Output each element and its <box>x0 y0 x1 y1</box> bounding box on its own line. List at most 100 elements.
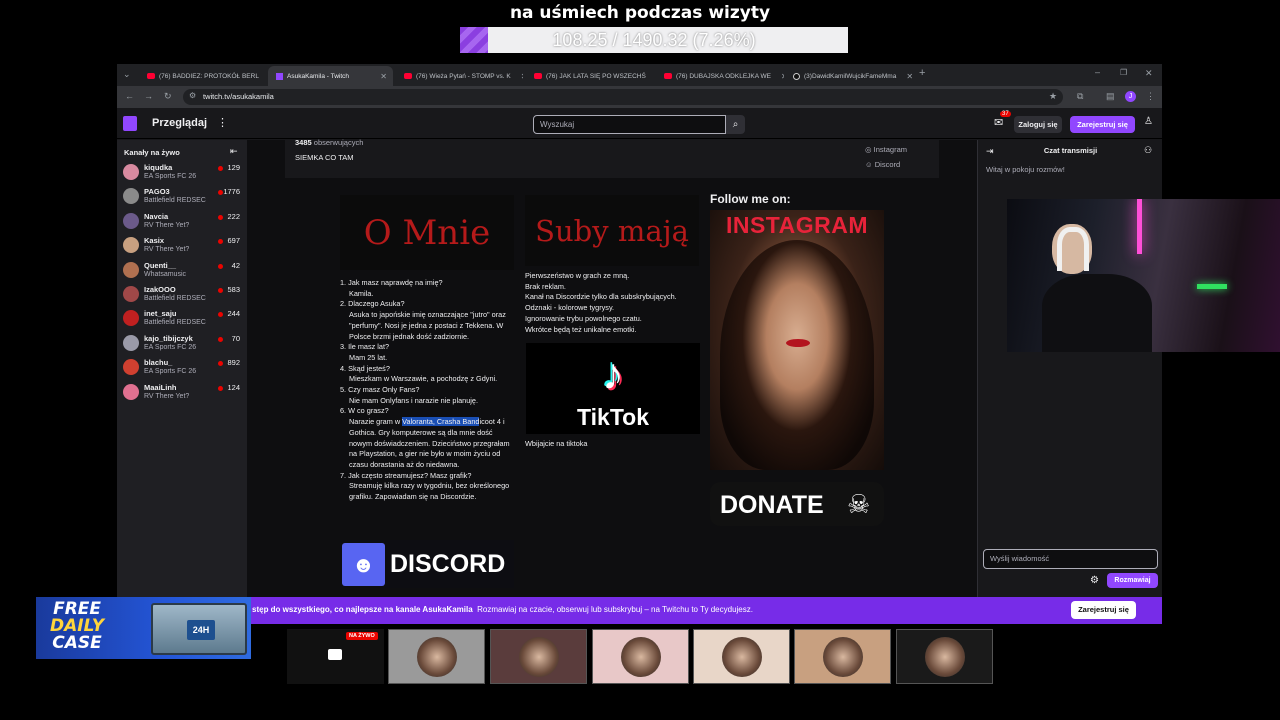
chat-welcome-message: Witaj w pokoju rozmów! <box>986 165 1065 174</box>
bookmark-star-icon[interactable]: ★ <box>1049 91 1057 102</box>
neon-light <box>1137 199 1142 254</box>
stream-thumbnail[interactable] <box>388 629 485 684</box>
minimize-icon[interactable]: – <box>1095 67 1100 77</box>
tab-label: AsukaKamila - Twitch <box>287 72 350 80</box>
channel-name: Kasix <box>144 236 165 246</box>
sidebar-channel-item[interactable]: Kasix RV There Yet? 697 <box>117 233 247 257</box>
skull-icon: ☠ <box>847 489 871 519</box>
stream-thumbnail[interactable] <box>896 629 993 684</box>
sidebar-channel-item[interactable]: PAGO3 Battlefield REDSEC 1776 <box>117 184 247 208</box>
browser-tab[interactable]: (76) DUBAJSKA ODKLEJKA WE✕ <box>656 66 784 86</box>
instagram-link[interactable]: ◎ Instagram <box>865 145 907 154</box>
thumbnail-avatar <box>417 637 457 677</box>
channel-game: EA Sports FC 26 <box>144 368 197 376</box>
chat-settings-gear-icon[interactable]: ⚙ <box>1090 575 1099 586</box>
channel-avatar <box>123 334 139 351</box>
search-icon[interactable]: ⌕ <box>726 115 745 134</box>
user-menu-icon[interactable]: ♙ <box>1144 116 1153 127</box>
forward-arrow-icon[interactable]: → <box>144 91 153 101</box>
close-tab-icon[interactable]: ✕ <box>775 72 784 81</box>
discord-link[interactable]: ☺ Discord <box>865 160 900 169</box>
notifications-icon[interactable]: ✉ <box>994 116 1003 129</box>
sidebar-channel-item[interactable]: MaaiLinh RV There Yet? 124 <box>117 380 247 404</box>
close-tab-icon[interactable]: ✕ <box>515 72 523 81</box>
close-tab-icon[interactable]: ✕ <box>374 72 387 81</box>
browser-tab[interactable]: (76) Wieża Pytań - STOMP vs. K ✕ <box>396 66 523 86</box>
close-tab-icon[interactable]: ✕ <box>900 72 913 81</box>
browser-tab[interactable]: (3)DawidKamilWujcikFameMma ✕ <box>785 66 913 86</box>
channel-game: RV There Yet? <box>144 221 190 229</box>
live-thumbnail[interactable]: NA ŻYWO <box>287 629 384 684</box>
profile-avatar-icon[interactable]: J <box>1125 91 1136 102</box>
extensions-icon[interactable]: ⧉ <box>1077 91 1083 102</box>
donate-panel-button[interactable]: DONATE ☠ <box>710 482 884 526</box>
chat-users-icon[interactable]: ⚇ <box>1144 145 1152 156</box>
chat-message-input[interactable]: Wyślij wiadomość <box>983 549 1158 569</box>
channel-avatar <box>123 212 139 229</box>
browser-menu-icon[interactable]: ⋮ <box>1146 91 1155 102</box>
site-info-icon[interactable]: ⚙ <box>189 91 196 100</box>
donate-label: DONATE <box>720 491 824 519</box>
sidebar-channel-item[interactable]: blachu_ EA Sports FC 26 892 <box>117 355 247 379</box>
stream-thumbnail[interactable] <box>592 629 689 684</box>
banner-signup-button[interactable]: Zarejestruj się <box>1071 601 1136 619</box>
thumbnail-avatar <box>722 637 762 677</box>
close-tab-icon[interactable]: ✕ <box>650 72 654 81</box>
sidebar-channel-item[interactable]: IzakOOO Battlefield REDSEC 583 <box>117 282 247 306</box>
chat-send-button[interactable]: Rozmawiaj <box>1107 573 1158 588</box>
browser-tab-active[interactable]: AsukaKamila - Twitch ✕ <box>268 66 393 86</box>
sidebar-channel-item[interactable]: kajo_tibijczyk EA Sports FC 26 70 <box>117 331 247 355</box>
channel-name: inet_saju <box>144 309 177 319</box>
login-button[interactable]: Zaloguj się <box>1014 116 1062 133</box>
discord-icon: ☺ <box>865 160 873 169</box>
twitch-logo-icon[interactable] <box>123 116 137 131</box>
stream-thumbnail[interactable] <box>693 629 790 684</box>
tab-label: (76) BADDIEZ: PROTOKÓŁ BERL <box>159 72 259 80</box>
back-arrow-icon[interactable]: ← <box>125 91 134 101</box>
banner-text: stęp do wszystkiego, co najlepsze na kan… <box>252 605 753 614</box>
collapse-sidebar-icon[interactable]: ⇤ <box>230 146 238 157</box>
tab-label: (76) DUBAJSKA ODKLEJKA WE <box>676 72 772 80</box>
instagram-panel-image[interactable]: INSTAGRAM <box>710 210 884 470</box>
channel-game: Battlefield REDSEC <box>144 319 206 327</box>
search-input[interactable]: Wyszukaj <box>533 115 726 134</box>
tiktok-panel-image[interactable]: ♪ TikTok <box>526 343 700 434</box>
browser-window: ⌄ (76) BADDIEZ: PROTOKÓŁ BERL ✕ AsukaKami… <box>117 64 1162 598</box>
discord-panel-image[interactable]: ☻ DISCORD <box>340 540 514 588</box>
live-dot-icon <box>218 239 223 245</box>
channel-avatar <box>123 188 139 205</box>
perks-panel-text: Pierwszeństwo w grach ze mną. Brak rekla… <box>525 271 677 334</box>
discord-wordmark: DISCORD <box>390 550 506 578</box>
stream-thumbnail[interactable] <box>490 629 587 684</box>
collapse-chat-icon[interactable]: ⇥ <box>986 146 994 157</box>
channel-game: Battlefield REDSEC <box>144 197 206 205</box>
channel-game: RV There Yet? <box>144 392 190 400</box>
sidebar-channel-item[interactable]: Navcia RV There Yet? 222 <box>117 209 247 233</box>
stream-thumbnail[interactable] <box>794 629 891 684</box>
tab-strip: ⌄ (76) BADDIEZ: PROTOKÓŁ BERL ✕ AsukaKami… <box>117 64 1162 86</box>
channel-game: Whatsamusic <box>144 270 187 278</box>
new-tab-icon[interactable]: + <box>919 67 925 79</box>
sidebar-channel-item[interactable]: kiqudka EA Sports FC 26 129 <box>117 160 247 184</box>
viewer-count: 697 <box>227 236 240 246</box>
case-timer-label: 24H <box>187 620 215 640</box>
tab-search-icon[interactable]: ⌄ <box>123 69 131 80</box>
monitor-icon <box>328 649 342 660</box>
browse-link[interactable]: Przeglądaj <box>152 117 207 129</box>
browser-tab[interactable]: (76) JAK LATA SIĘ PO WSZECHŚ ✕ <box>526 66 654 86</box>
live-dot-icon <box>218 263 223 269</box>
browser-tab[interactable]: (76) BADDIEZ: PROTOKÓŁ BERL ✕ <box>139 66 266 86</box>
live-dot-icon <box>218 214 223 220</box>
reload-icon[interactable]: ↻ <box>164 91 172 102</box>
more-menu-icon[interactable]: ⋮ <box>217 116 228 129</box>
viewer-count: 222 <box>227 211 240 221</box>
close-window-icon[interactable]: ✕ <box>1145 68 1153 79</box>
url-field[interactable]: twitch.tv/asukakamila <box>183 89 1063 105</box>
tiktok-caption: Wbijajcie na tiktoka <box>525 439 588 448</box>
sidebar-channel-item[interactable]: Quenti__ Whatsamusic 42 <box>117 258 247 282</box>
sidebar-toggle-icon[interactable]: ▤ <box>1106 91 1115 102</box>
maximize-icon[interactable]: ❐ <box>1120 68 1127 77</box>
close-tab-icon[interactable]: ✕ <box>263 72 266 81</box>
signup-button[interactable]: Zarejestruj się <box>1070 116 1135 133</box>
sidebar-channel-item[interactable]: inet_saju Battlefield REDSEC 244 <box>117 306 247 330</box>
